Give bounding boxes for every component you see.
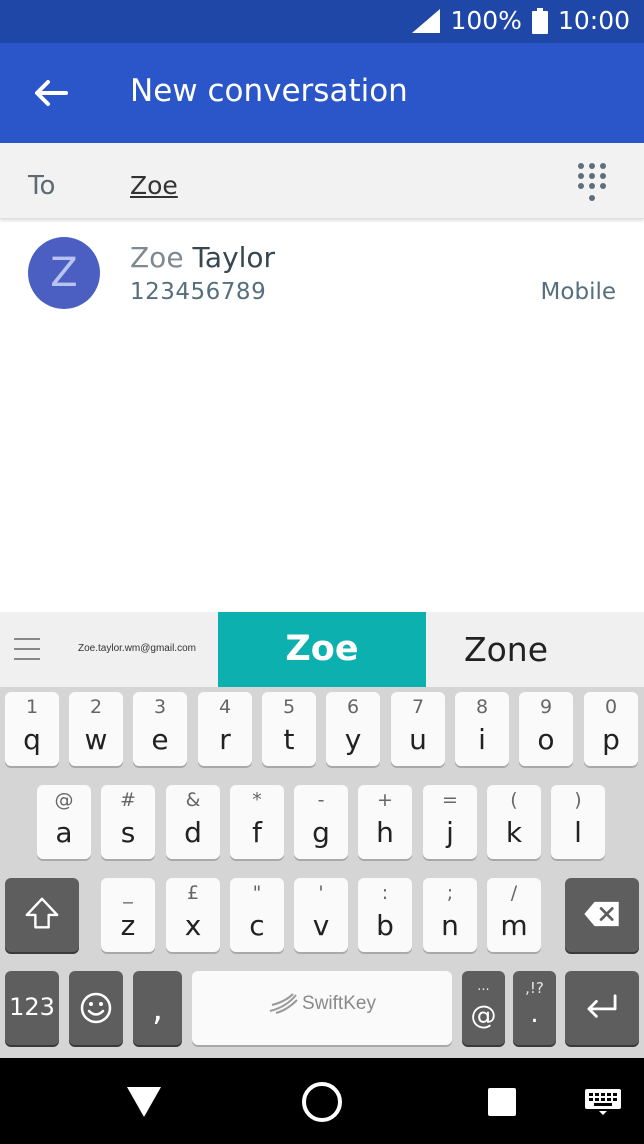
contact-number: 123456789 bbox=[130, 279, 267, 305]
enter-icon bbox=[587, 994, 617, 1018]
recipient-label: To bbox=[28, 171, 56, 201]
space-key[interactable]: SwiftKey bbox=[192, 971, 452, 1045]
smiley-icon bbox=[80, 992, 112, 1024]
status-indicators: 100% 10:00 bbox=[412, 6, 630, 35]
contact-suggestion[interactable]: Z Zoe Taylor 123456789 Mobile bbox=[0, 219, 644, 329]
key-g[interactable]: -g bbox=[294, 785, 348, 859]
suggestion-secondary[interactable]: Zone bbox=[426, 612, 586, 687]
key-r[interactable]: 4r bbox=[198, 692, 252, 766]
key-y[interactable]: 6y bbox=[326, 692, 380, 766]
suggestion-primary[interactable]: Zoe bbox=[218, 612, 426, 687]
key-o[interactable]: 9o bbox=[519, 692, 573, 766]
key-z[interactable]: _ z bbox=[101, 878, 155, 952]
menu-icon[interactable] bbox=[14, 638, 40, 660]
contact-name-match: Zoe bbox=[130, 241, 184, 274]
key-b[interactable]: :b bbox=[358, 878, 412, 952]
key-l[interactable]: ) l bbox=[551, 785, 605, 859]
shift-key[interactable] bbox=[5, 878, 79, 952]
emoji-key[interactable] bbox=[69, 971, 123, 1045]
key-c[interactable]: " c bbox=[230, 878, 284, 952]
recipient-input[interactable]: Zoe bbox=[130, 171, 178, 200]
nav-recents-icon[interactable] bbox=[488, 1088, 516, 1116]
key-m[interactable]: / m bbox=[487, 878, 541, 952]
key-x[interactable]: £ x bbox=[166, 878, 220, 952]
battery-percent: 100% bbox=[450, 6, 522, 35]
key-e[interactable]: 3e bbox=[133, 692, 187, 766]
key-w[interactable]: 2w bbox=[69, 692, 123, 766]
backspace-icon bbox=[584, 901, 619, 927]
recipient-row: To Zoe bbox=[0, 143, 644, 219]
key-j[interactable]: = j bbox=[423, 785, 477, 859]
key-n[interactable]: ; n bbox=[423, 878, 477, 952]
signal-icon bbox=[412, 8, 441, 33]
period-key[interactable]: ,!? . bbox=[513, 971, 556, 1045]
keyboard-icon[interactable] bbox=[584, 1088, 622, 1116]
key-q[interactable]: 1q bbox=[5, 692, 59, 766]
backspace-key[interactable] bbox=[565, 878, 639, 952]
key-i[interactable]: 8i bbox=[455, 692, 509, 766]
avatar: Z bbox=[28, 237, 100, 309]
nav-home-icon[interactable] bbox=[302, 1082, 342, 1122]
swiftkey-icon bbox=[269, 993, 298, 1014]
key-d[interactable]: & d bbox=[166, 785, 220, 859]
contact-name: Zoe Taylor bbox=[130, 241, 275, 274]
swiftkey-logo: SwiftKey bbox=[192, 993, 452, 1015]
battery-icon bbox=[531, 7, 548, 34]
key-a[interactable]: @ a bbox=[37, 785, 91, 859]
suggestion-bar: Zoe.taylor.wm@gmail.com Zoe Zone bbox=[0, 612, 644, 687]
keyboard: Zoe.taylor.wm@gmail.com Zoe Zone 1q 2w 3… bbox=[0, 612, 644, 1058]
enter-key[interactable] bbox=[565, 971, 639, 1045]
key-t[interactable]: 5t bbox=[262, 692, 316, 766]
page-title: New conversation bbox=[130, 73, 408, 109]
key-f[interactable]: * f bbox=[230, 785, 284, 859]
shift-icon bbox=[25, 897, 59, 929]
comma-key[interactable]: , bbox=[133, 971, 182, 1045]
numbers-key[interactable]: 123 bbox=[5, 971, 59, 1045]
status-bar: 100% 10:00 bbox=[0, 0, 644, 43]
key-u[interactable]: 7u bbox=[391, 692, 445, 766]
key-s[interactable]: # s bbox=[101, 785, 155, 859]
key-v[interactable]: ' v bbox=[294, 878, 348, 952]
at-key[interactable]: ... @ bbox=[462, 971, 505, 1045]
clock: 10:00 bbox=[557, 6, 630, 35]
nav-back-icon[interactable] bbox=[124, 1084, 164, 1120]
dialpad-icon[interactable] bbox=[578, 163, 610, 205]
suggestion-email[interactable]: Zoe.taylor.wm@gmail.com bbox=[78, 643, 196, 654]
key-k[interactable]: (k bbox=[487, 785, 541, 859]
contact-number-type: Mobile bbox=[540, 279, 616, 305]
key-p[interactable]: 0p bbox=[584, 692, 638, 766]
contact-name-rest: Taylor bbox=[183, 241, 276, 274]
space-key-label: SwiftKey bbox=[302, 993, 376, 1014]
key-h[interactable]: + h bbox=[358, 785, 412, 859]
app-bar: New conversation bbox=[0, 43, 644, 143]
navigation-bar bbox=[0, 1058, 644, 1144]
arrow-left-icon[interactable] bbox=[28, 71, 72, 115]
